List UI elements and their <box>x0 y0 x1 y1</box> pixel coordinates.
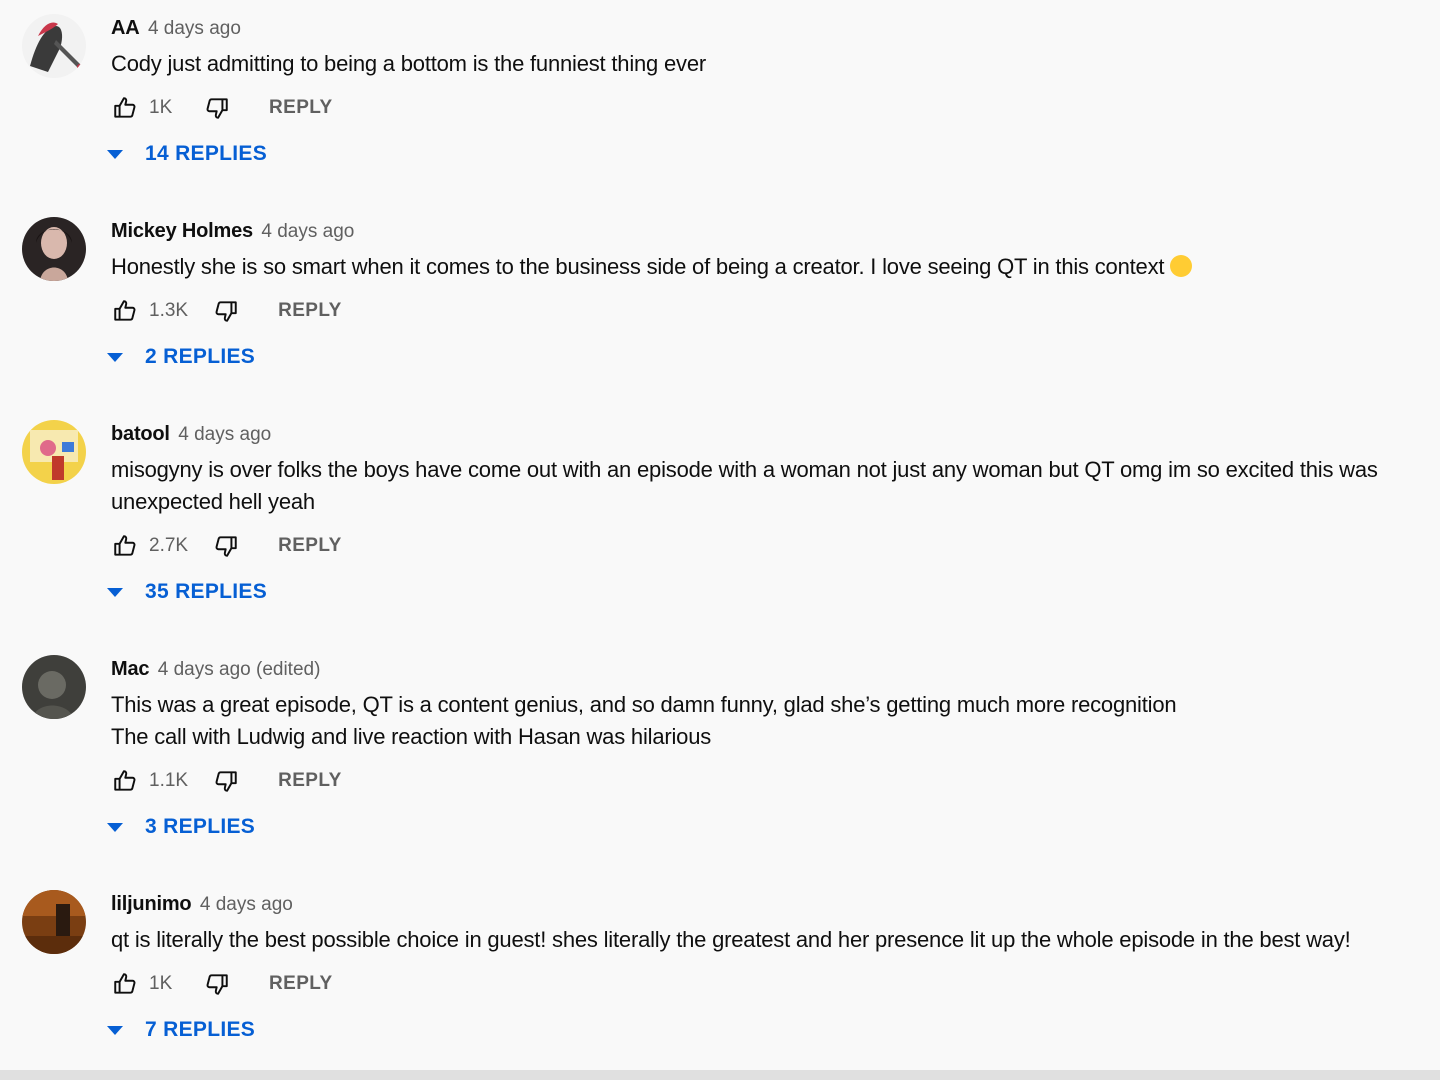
thumbs-up-icon[interactable] <box>111 532 139 560</box>
comment-author[interactable]: AA <box>111 17 140 39</box>
comment-action-bar: 2.7K REPLY <box>111 526 1422 566</box>
horizontal-scrollbar[interactable] <box>0 1070 1440 1080</box>
thumbs-down-icon[interactable] <box>212 767 240 795</box>
smiling-emoji-icon <box>1170 255 1193 277</box>
caret-down-icon <box>107 149 123 159</box>
comment-timestamp[interactable]: 4 days ago <box>178 424 271 445</box>
comment-timestamp[interactable]: 4 days ago <box>200 894 293 915</box>
comment-author[interactable]: liljunimo <box>111 893 192 915</box>
avatar[interactable] <box>22 14 86 78</box>
comment-text-line: This was a great episode, QT is a conten… <box>111 692 1177 717</box>
thumbs-up-icon[interactable] <box>111 767 139 795</box>
comment-author[interactable]: Mac <box>111 658 150 680</box>
caret-down-icon <box>107 352 123 362</box>
view-replies-button[interactable]: 3 REPLIES <box>107 807 1422 847</box>
comment-action-bar: 1.1K REPLY <box>111 761 1422 801</box>
like-count: 1.1K <box>149 770 189 791</box>
comment-text: qt is literally the best possible choice… <box>111 924 1422 956</box>
comment-timestamp[interactable]: 4 days ago (edited) <box>158 659 321 680</box>
thumbs-up-icon[interactable] <box>111 297 139 325</box>
thumbs-up-icon[interactable] <box>111 970 139 998</box>
comment-text-line: misogyny is over folks the boys have com… <box>111 457 1378 482</box>
comment-text: misogyny is over folks the boys have com… <box>111 454 1422 518</box>
comment-action-bar: 1K REPLY <box>111 88 1422 128</box>
replies-count-label: 35 REPLIES <box>145 580 268 603</box>
thumbs-down-icon[interactable] <box>212 297 240 325</box>
thumbs-down-icon[interactable] <box>203 970 231 998</box>
comment-text-line: Honestly she is so smart when it comes t… <box>111 254 1165 279</box>
reply-button[interactable]: REPLY <box>278 535 342 557</box>
avatar[interactable] <box>22 655 86 719</box>
reply-button[interactable]: REPLY <box>278 300 342 322</box>
comment-timestamp[interactable]: 4 days ago <box>261 221 354 242</box>
comment-text: Cody just admitting to being a bottom is… <box>111 48 1422 80</box>
like-count: 1.3K <box>149 300 189 321</box>
comment-text: This was a great episode, QT is a conten… <box>111 689 1422 753</box>
avatar[interactable] <box>22 890 86 954</box>
comment-author[interactable]: Mickey Holmes <box>111 220 253 242</box>
view-replies-button[interactable]: 35 REPLIES <box>107 572 1422 612</box>
comment-text: Honestly she is so smart when it comes t… <box>111 251 1422 283</box>
replies-count-label: 3 REPLIES <box>145 815 256 838</box>
thumbs-down-icon[interactable] <box>203 94 231 122</box>
replies-count-label: 2 REPLIES <box>145 345 256 368</box>
like-count: 1K <box>149 97 173 118</box>
caret-down-icon <box>107 1025 123 1035</box>
reply-button[interactable]: REPLY <box>269 973 333 995</box>
replies-count-label: 14 REPLIES <box>145 142 268 165</box>
replies-count-label: 7 REPLIES <box>145 1018 256 1041</box>
caret-down-icon <box>107 587 123 597</box>
view-replies-button[interactable]: 7 REPLIES <box>107 1010 1422 1050</box>
comment-text-line: unexpected hell yeah <box>111 489 315 514</box>
comment-timestamp[interactable]: 4 days ago <box>148 18 241 39</box>
comment-text-line: qt is literally the best possible choice… <box>111 927 1351 952</box>
comment-action-bar: 1.3K REPLY <box>111 291 1422 331</box>
caret-down-icon <box>107 822 123 832</box>
like-count: 2.7K <box>149 535 189 556</box>
comment-author[interactable]: batool <box>111 423 170 445</box>
comment-text-line: The call with Ludwig and live reaction w… <box>111 724 712 749</box>
thumbs-up-icon[interactable] <box>111 94 139 122</box>
reply-button[interactable]: REPLY <box>269 97 333 119</box>
avatar[interactable] <box>22 217 86 281</box>
view-replies-button[interactable]: 2 REPLIES <box>107 337 1422 377</box>
like-count: 1K <box>149 973 173 994</box>
comment-action-bar: 1K REPLY <box>111 964 1422 1004</box>
comment-text-line: Cody just admitting to being a bottom is… <box>111 51 706 76</box>
reply-button[interactable]: REPLY <box>278 770 342 792</box>
view-replies-button[interactable]: 14 REPLIES <box>107 134 1422 174</box>
avatar[interactable] <box>22 420 86 484</box>
thumbs-down-icon[interactable] <box>212 532 240 560</box>
